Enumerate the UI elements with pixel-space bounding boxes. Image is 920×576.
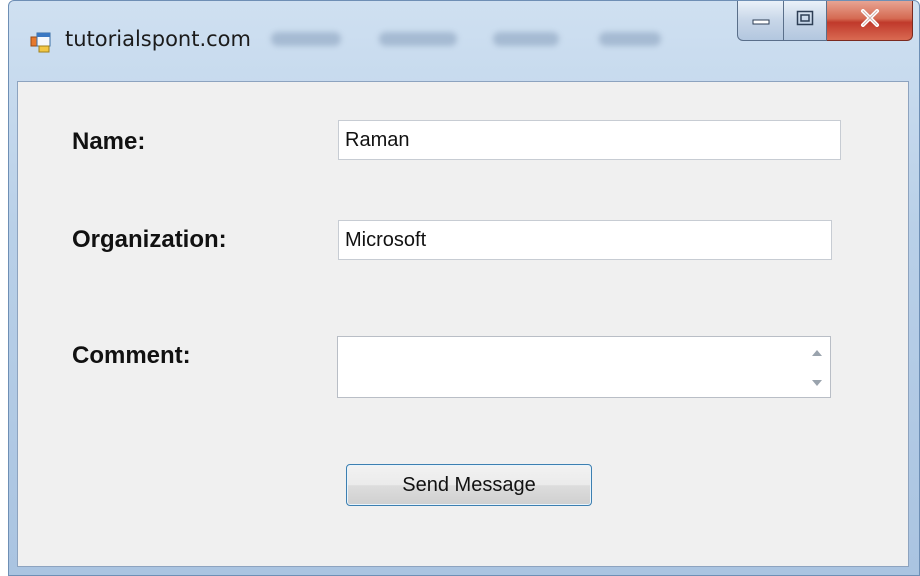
comment-label: Comment: [72, 342, 191, 369]
comment-field[interactable] [337, 336, 831, 398]
title-blur-decoration [493, 32, 559, 46]
form-client-area: Name: Raman Organization: Microsoft Comm… [17, 81, 909, 567]
app-window: tutorialspont.com Name: Raman Organizati… [8, 0, 920, 576]
name-field[interactable]: Raman [338, 120, 841, 160]
title-blur-decoration [271, 32, 341, 46]
close-button[interactable] [827, 1, 913, 41]
title-blur-decoration [379, 32, 457, 46]
scroll-up-icon[interactable] [810, 346, 824, 360]
window-controls [737, 1, 913, 43]
window-title: tutorialspont.com [65, 27, 251, 51]
close-icon [860, 9, 880, 32]
title-bar[interactable]: tutorialspont.com [9, 1, 919, 81]
organization-label: Organization: [72, 226, 227, 253]
organization-field[interactable]: Microsoft [338, 220, 832, 260]
scroll-down-icon[interactable] [810, 376, 824, 390]
send-message-button[interactable]: Send Message [346, 464, 592, 506]
title-blur-decoration [599, 32, 661, 46]
minimize-icon [752, 12, 770, 30]
minimize-button[interactable] [737, 1, 784, 41]
maximize-button[interactable] [784, 1, 827, 41]
form-app-icon [30, 31, 52, 53]
name-label: Name: [72, 128, 146, 155]
maximize-icon [796, 10, 814, 31]
